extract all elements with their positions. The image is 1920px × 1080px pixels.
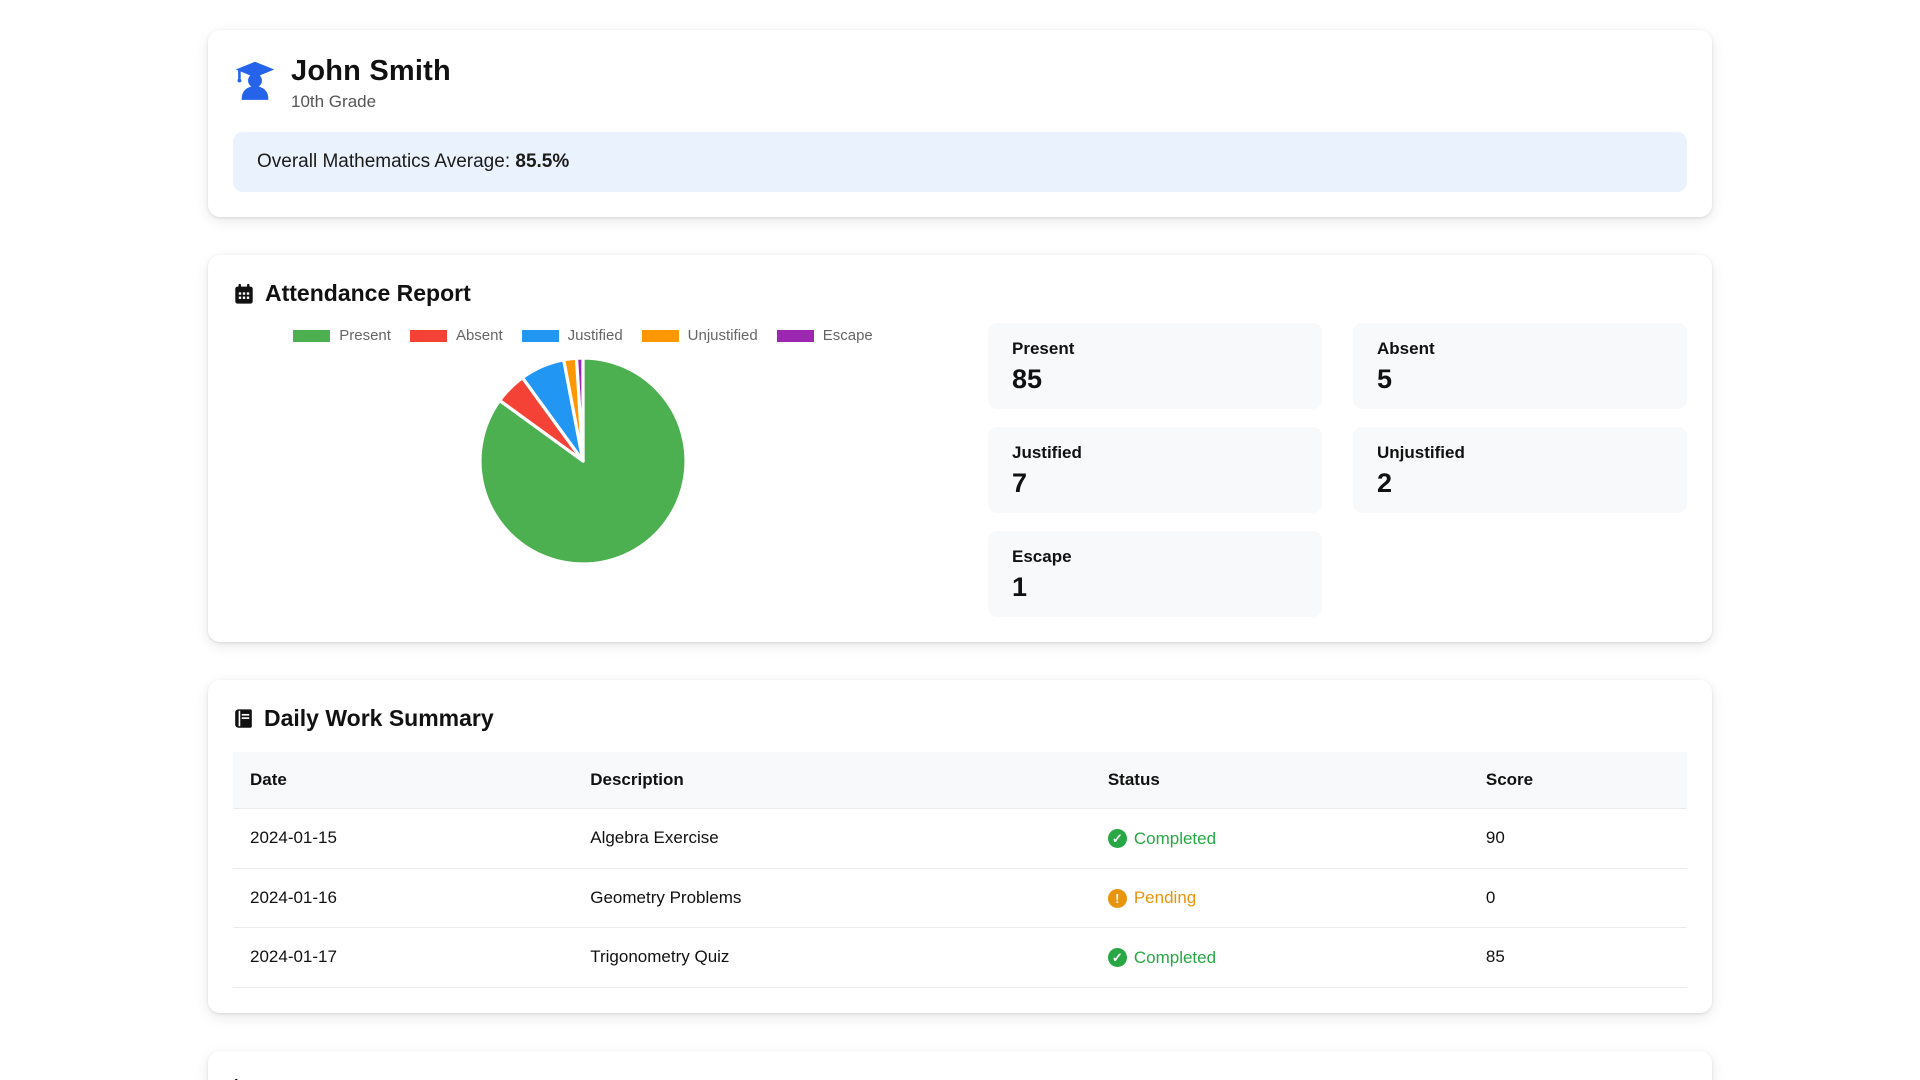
student-grade: 10th Grade [291,92,377,111]
legend-swatch [641,329,679,342]
daily-work-table: Date Description Status Score 2024-01-15 Alg… [233,752,1687,988]
status-badge: ✓ Completed [1107,947,1217,968]
stat-box-present: Present 85 [988,323,1322,409]
daily-work-title: Daily Work Summary [233,705,1687,732]
stat-box-absent: Absent 5 [1353,323,1687,409]
legend-label: Justified [567,327,623,344]
legend-label: Unjustified [687,327,758,344]
table-row: 2024-01-15 Algebra Exercise ✓ Completed 90 [233,809,1687,869]
exclamation-circle-icon: ! [1107,888,1127,908]
stat-box-escape: Escape 1 [988,531,1322,617]
legend-item-absent[interactable]: Absent [409,327,503,344]
student-graduate-icon [233,59,277,108]
table-body: 2024-01-15 Algebra Exercise ✓ Completed 90 20… [233,809,1687,988]
status-badge: ! Pending [1107,888,1197,908]
pie-canvas [478,356,688,566]
exam-performance-card: Exam Performance [208,1050,1712,1080]
cell-description: Geometry Problems [590,887,742,907]
legend-item-escape[interactable]: Escape [776,327,873,344]
table-row: 2024-01-16 Geometry Problems! Pending 0 [233,868,1687,928]
book-icon [233,708,254,729]
stat-label: Unjustified [1377,443,1465,462]
cell-description: Algebra Exercise [590,828,719,848]
stat-box-unjustified: Unjustified 2 [1353,427,1687,513]
cell-date: 2024-01-17 [250,947,337,967]
column-header-status: Status [1090,752,1469,809]
check-circle-icon: ✓ [1107,948,1127,967]
average-value: 85.5% [515,151,570,172]
stat-value: 5 [1377,364,1393,394]
cell-status: ✓ Completed [1091,809,1469,869]
cell-score: 85 [1485,947,1505,967]
check-circle-icon: ✓ [1107,829,1127,848]
table-header-row: Date Description Status Score [233,752,1687,809]
cell-description: Trigonometry Quiz [590,947,730,967]
daily-work-card: Daily Work Summary Date Description Status… [208,680,1712,1013]
cell-score: 90 [1485,828,1505,848]
status-badge: ✓ Completed [1107,828,1217,849]
legend-swatch [521,329,559,342]
cell-date: 2024-01-15 [250,828,337,848]
stat-label: Present [1012,339,1075,358]
student-header-card: John Smith 10th Grade Overall Mathematic… [208,30,1712,217]
legend-item-justified[interactable]: Justified [521,327,623,344]
column-header-date: Date [233,752,574,809]
stat-value: 85 [1012,364,1043,394]
calendar-icon [233,283,255,305]
pie-legend: Present Absent Justified Unjustified Escape [233,327,933,344]
legend-item-unjustified[interactable]: Unjustified [641,327,758,344]
stat-label: Justified [1012,443,1082,462]
attendance-stats-grid: Present 85 Absent 5 Justified 7 Unjustified 2 Es… [988,323,1687,617]
stat-value: 2 [1377,468,1393,498]
stat-value: 1 [1012,572,1028,602]
cell-status: ! Pending [1091,868,1469,928]
status-label: Completed [1133,947,1217,967]
cell-score: 0 [1485,887,1496,907]
attendance-card: Attendance Report Present Absent Justified… [208,255,1712,642]
column-header-score: Score [1468,752,1687,809]
exam-performance-title: Exam Performance [233,1076,1687,1080]
column-header-description: Description [573,752,1091,809]
student-name: John Smith [291,55,451,87]
page: John Smith 10th Grade Overall Mathematic… [208,0,1712,1080]
status-label: Completed [1133,828,1217,848]
student-header: John Smith 10th Grade [233,55,1687,112]
average-info-bar: Overall Mathematics Average: 85.5% [233,132,1687,192]
legend-swatch [293,329,331,342]
cell-status: ✓ Completed [1091,928,1469,988]
attendance-content: Present Absent Justified Unjustified Escape … [233,323,1687,617]
cell-date: 2024-01-16 [250,887,337,907]
legend-swatch [776,329,814,342]
legend-label: Escape [822,327,873,344]
legend-label: Present [339,327,391,344]
legend-label: Absent [455,327,503,344]
legend-swatch [409,329,447,342]
attendance-title: Attendance Report [233,280,1687,307]
status-label: Pending [1133,888,1197,907]
stat-label: Absent [1377,339,1435,358]
attendance-pie-chart: Present Absent Justified Unjustified Escape [233,323,933,617]
table-row: 2024-01-17 Trigonometry Quiz ✓ Completed 85 [233,928,1687,988]
legend-item-present[interactable]: Present [293,327,391,344]
daily-work-title-label: Daily Work Summary [264,705,494,731]
attendance-title-label: Attendance Report [265,280,471,306]
exam-performance-title-label: Exam Performance [265,1076,473,1080]
student-identity: John Smith 10th Grade [291,55,451,112]
stat-label: Escape [1012,547,1072,566]
average-label: Overall Mathematics Average: [257,151,511,172]
stat-box-justified: Justified 7 [988,427,1322,513]
stat-value: 7 [1012,468,1028,498]
